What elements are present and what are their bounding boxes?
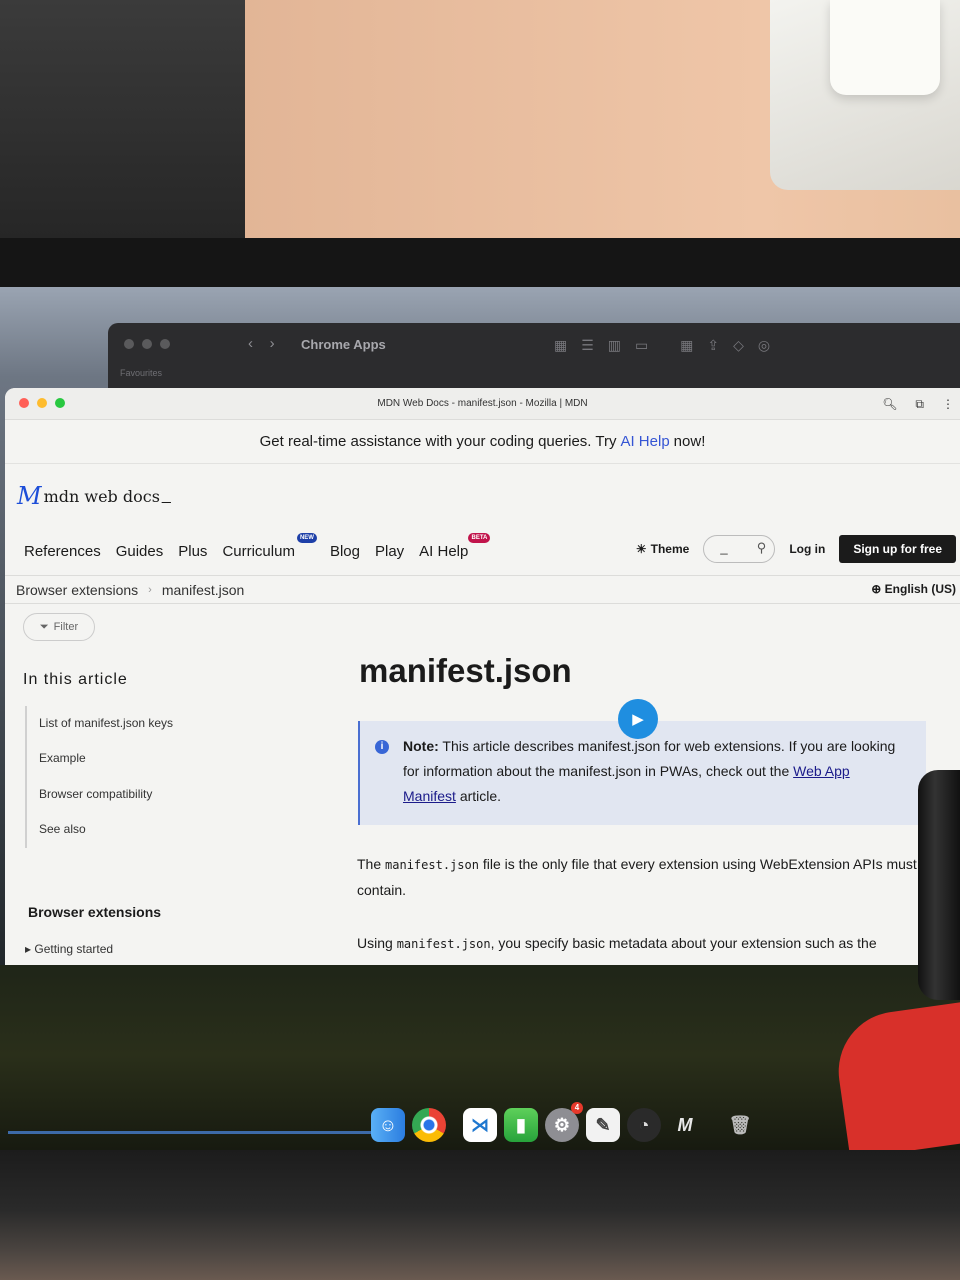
logo-cursor: _ — [161, 487, 171, 504]
logo-row: M mdn web docs _ — [5, 464, 960, 528]
sidebar-item-label: Getting started — [34, 942, 114, 956]
theme-button[interactable]: ☀ Theme — [636, 542, 689, 556]
mdn-logo-icon[interactable]: M — [17, 482, 42, 510]
nav-ai-help-label: AI Help — [419, 543, 469, 560]
finder-window: ‹ › Chrome Apps Favourites ▦☰▥▭ ▦⇪◇◎ — [108, 323, 960, 393]
browser-toolbar-icons: 🔍︎ ⧉ ⋮ — [882, 397, 954, 412]
zoom-icon[interactable]: 🔍︎ — [882, 397, 897, 412]
browser-window: MDN Web Docs - manifest.json - Mozilla |… — [5, 388, 960, 965]
sidebar-item-getting-started[interactable]: ▸ Getting started — [25, 942, 113, 956]
chrome-icon[interactable] — [412, 1108, 446, 1142]
info-icon: i — [375, 740, 389, 754]
main-nav: References Guides Plus Curriculum NEW Bl… — [5, 528, 960, 576]
toc-item-compat[interactable]: Browser compatibility — [39, 787, 152, 801]
finder-nav-arrows[interactable]: ‹ › — [248, 335, 275, 352]
nav-ai-help[interactable]: AI Help BETA — [419, 533, 491, 560]
toc-item-keys[interactable]: List of manifest.json keys — [39, 716, 173, 730]
article-paragraph-1: The manifest.json file is the only file … — [357, 852, 932, 903]
nav-curriculum[interactable]: Curriculum NEW — [222, 533, 317, 560]
breadcrumb-manifest-json[interactable]: manifest.json — [162, 582, 244, 598]
language-selector[interactable]: ⊕ English (US) — [871, 582, 956, 596]
toc-title: In this article — [23, 671, 128, 688]
para2-before: Using — [357, 935, 393, 951]
microphone — [918, 770, 960, 1000]
power-adapter — [830, 0, 940, 95]
finder-toolbar-icons[interactable]: ▦☰▥▭ ▦⇪◇◎ — [554, 337, 784, 354]
breadcrumb: Browser extensions › manifest.json ⊕ Eng… — [5, 576, 960, 604]
more-menu-icon[interactable]: ⋮ — [942, 397, 954, 412]
search-placeholder: _ — [720, 540, 728, 555]
language-label: English (US) — [884, 582, 956, 596]
toc-divider — [25, 706, 27, 848]
toc-item-see-also[interactable]: See also — [39, 822, 86, 836]
ai-help-banner: Get real-time assistance with your codin… — [5, 420, 960, 464]
background-dark-panel — [0, 0, 245, 240]
sidebar-section-heading[interactable]: Browser extensions — [28, 904, 161, 920]
article-paragraph-2: Using manifest.json, you specify basic m… — [357, 931, 932, 957]
dock-progress-line — [8, 1131, 378, 1134]
window-title: MDN Web Docs - manifest.json - Mozilla |… — [377, 398, 588, 409]
para1-code: manifest.json — [385, 858, 479, 872]
nav-blog[interactable]: Blog — [330, 543, 360, 560]
search-input[interactable]: _ ⚲ — [703, 535, 776, 563]
breadcrumb-browser-extensions[interactable]: Browser extensions — [16, 582, 138, 598]
laptop-bezel — [0, 238, 960, 293]
caret-right-icon: ▸ — [25, 942, 32, 956]
toc-item-example[interactable]: Example — [39, 751, 86, 765]
mdn-icon[interactable]: M — [668, 1108, 702, 1142]
filter-label: Filter — [53, 621, 79, 633]
mdn-logo-text[interactable]: mdn web docs — [44, 487, 160, 506]
login-link[interactable]: Log in — [789, 542, 825, 556]
nav-actions: ☀ Theme _ ⚲ Log in Sign up for free — [636, 535, 956, 563]
para2-code: manifest.json — [396, 937, 491, 951]
chevron-right-icon: › — [148, 583, 152, 596]
numbers-icon[interactable]: ▮ — [504, 1108, 538, 1142]
nav-references[interactable]: References — [24, 543, 101, 560]
note-label: Note: — [403, 738, 439, 754]
play-icon[interactable]: ▶ — [618, 699, 658, 739]
para2-after: , you specify basic metadata about your … — [490, 935, 877, 951]
note-end: article. — [459, 788, 502, 804]
finder-traffic-lights — [124, 339, 170, 349]
finder-title: Chrome Apps — [301, 337, 386, 352]
globe-icon: ⊕ — [871, 582, 882, 596]
new-badge: NEW — [296, 533, 317, 543]
nav-play[interactable]: Play — [375, 543, 404, 560]
signup-button[interactable]: Sign up for free — [839, 535, 956, 563]
nav-guides[interactable]: Guides — [116, 543, 164, 560]
textedit-icon[interactable]: ✎ — [586, 1108, 620, 1142]
beta-badge: BETA — [468, 533, 491, 543]
finder-icon[interactable]: ☺ — [371, 1108, 405, 1142]
vscode-icon[interactable]: ⋊ — [463, 1108, 497, 1142]
sun-icon: ☀ — [635, 542, 647, 556]
page-title: manifest.json — [359, 652, 572, 689]
banner-text: Get real-time assistance with your codin… — [259, 433, 617, 450]
laptop-body — [0, 1150, 960, 1280]
notification-badge: 4 — [571, 1102, 583, 1114]
extensions-icon[interactable]: ⧉ — [915, 397, 924, 412]
finder-favourites-label: Favourites — [120, 368, 163, 378]
nav-curriculum-label: Curriculum — [222, 543, 295, 560]
theme-label: Theme — [650, 542, 690, 556]
banner-ai-help-link[interactable]: AI Help — [620, 433, 669, 450]
activity-icon[interactable]: ◔ — [627, 1108, 661, 1142]
nav-plus[interactable]: Plus — [178, 543, 207, 560]
settings-icon[interactable]: ⚙ 4 — [545, 1102, 583, 1142]
trash-icon[interactable]: 🗑︎ — [723, 1108, 757, 1142]
title-bar: MDN Web Docs - manifest.json - Mozilla |… — [5, 388, 960, 420]
dock: ☺ ⋊ ▮ ⚙ 4 ✎ ◔ M 🗑︎ — [365, 1102, 785, 1147]
filter-button[interactable]: ⏷ Filter — [23, 613, 95, 641]
filter-icon: ⏷ — [39, 620, 49, 633]
search-icon: ⚲ — [756, 540, 767, 555]
para1-before: The — [357, 856, 382, 872]
banner-text-end: now! — [673, 433, 706, 450]
